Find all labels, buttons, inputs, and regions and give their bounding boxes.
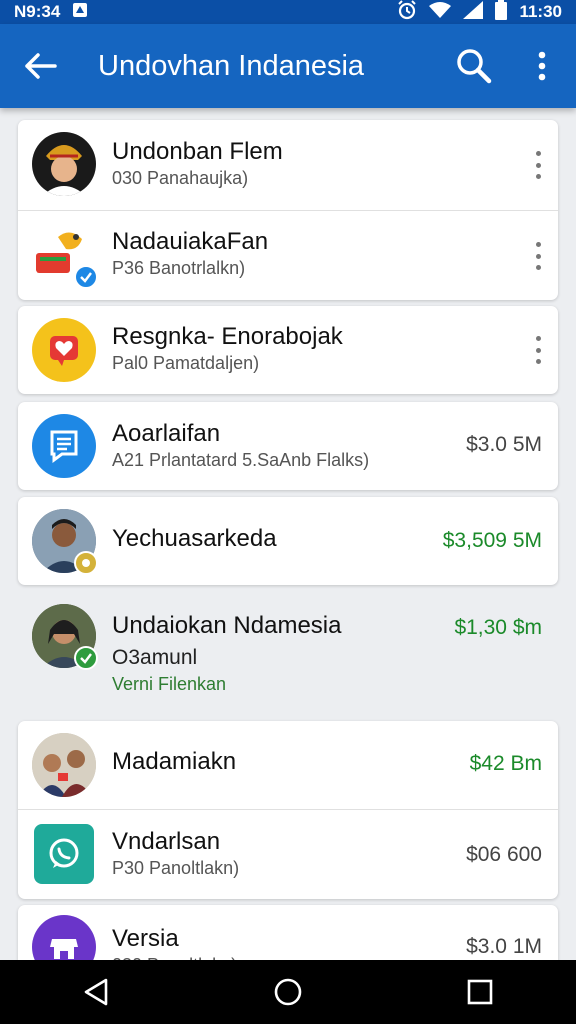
verified-icon [74,646,98,670]
item-subtitle: P30 Panoltlakn) [112,858,240,878]
card-group: Madamiakn $42 Bm Vndarlsan P30 Panoltlak… [18,721,558,899]
avatar [32,733,96,797]
signal-icon [463,0,484,24]
arrow-left-icon [25,53,57,79]
search-button[interactable] [440,24,508,108]
item-amount: $06 600 [466,843,542,866]
status-time: 11:30 [519,2,562,21]
nav-recents-button[interactable] [440,960,520,1024]
avatar [32,318,96,382]
item-title: Resgnka- Enorabojak [112,323,343,350]
avatar [32,509,98,575]
back-button[interactable] [0,24,80,108]
item-more-button[interactable] [532,151,544,179]
avatar [32,822,96,886]
list-item[interactable]: Undonban Flem 030 Panahaujka) [18,120,558,210]
item-title: NadauiakaFan [112,228,269,255]
avatar [32,604,98,670]
system-nav-bar [0,960,576,1024]
verified-icon [74,551,98,575]
item-title: Madamiakn [112,748,237,775]
list-item[interactable]: Aoarlaifan A21 Prlantatard 5.SaAnb Flalk… [18,402,558,490]
item-title: Versia [112,925,179,952]
list-item[interactable]: Vndarlsan P30 Panoltlakn) $06 600 [18,810,558,899]
list-item[interactable]: Madamiakn $42 Bm [18,721,558,809]
item-title: Undonban Flem [112,138,283,165]
item-more-button[interactable] [532,336,544,364]
item-more-button[interactable] [532,242,544,270]
more-vert-icon [538,51,546,81]
heart-icon [50,336,78,366]
page-title: Undovhan Indanesia [98,49,365,82]
back-triangle-icon [84,978,108,1006]
home-circle-icon [274,978,302,1006]
item-subtitle: P36 Banotrlalkn) [112,258,246,278]
nav-back-button[interactable] [56,960,136,1024]
wifi-icon [429,1,452,24]
item-note: Verni Filenkan [112,674,227,694]
list-item[interactable]: NadauiakaFan P36 Banotrlalkn) [18,211,558,300]
search-icon [457,49,492,84]
status-left-text: N9:34 [14,2,61,21]
item-amount: $42 Bm [469,752,542,775]
battery-icon [495,0,508,25]
item-amount: $3.0 5M [466,433,542,456]
item-title: Aoarlaifan [112,420,221,447]
list-item[interactable]: Resgnka- Enorabojak Pal0 Pamatdaljen) [18,306,558,394]
overflow-menu-button[interactable] [508,24,576,108]
item-subtitle: 030 Panahaujka) [112,168,249,188]
item-amount: $3,509 5M [442,529,542,552]
list-item[interactable]: Yechuasarkeda $3,509 5M [18,497,558,585]
item-amount: $1,30 $m [454,616,542,639]
avatar [32,414,96,478]
item-title: Undaiokan Ndamesia [112,612,342,639]
list-item[interactable]: Undaiokan Ndamesia O3amunl Verni Filenka… [18,592,558,708]
recents-square-icon [467,979,493,1005]
app-bar: Undovhan Indanesia [0,24,576,108]
item-subtitle: A21 Prlantatard 5.SaAnb Flalks) [112,450,370,470]
notification-icon [72,2,88,23]
avatar [32,223,98,289]
item-title: Vndarlsan [112,828,221,855]
alarm-icon [397,0,417,25]
item-title: Yechuasarkeda [112,525,277,552]
item-subtitle: O3amunl [112,646,198,669]
status-bar: N9:34 11:30 [0,0,576,24]
chat-bubble-icon [49,838,79,868]
item-amount: $3.0 1M [466,935,542,958]
avatar [32,132,96,196]
verified-icon [74,265,98,289]
message-icon [50,430,78,463]
item-subtitle: Pal0 Pamatdaljen) [112,353,260,373]
card-group: Undonban Flem 030 Panahaujka) NadauiakaF… [18,120,558,300]
nav-home-button[interactable] [248,960,328,1024]
